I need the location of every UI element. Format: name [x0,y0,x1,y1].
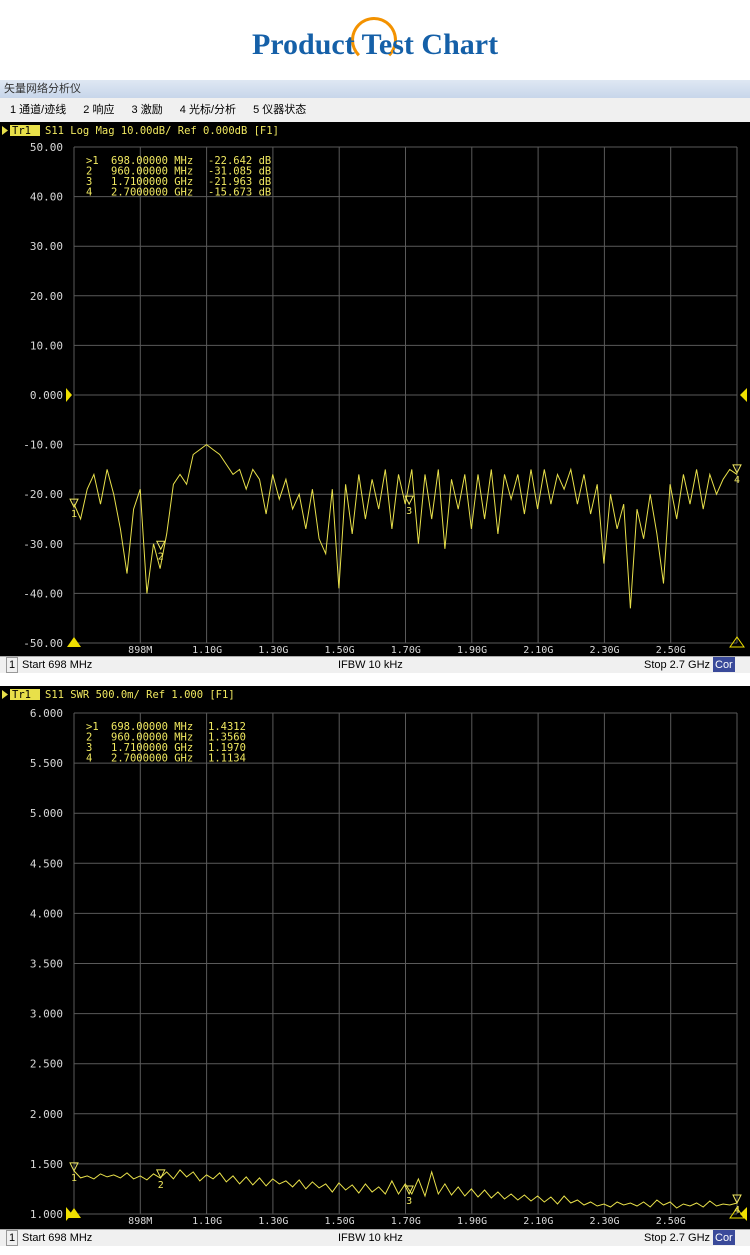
x-tick-label: 1.70G [391,1216,421,1227]
x-tick-label: 1.90G [457,1216,487,1227]
trace-active-arrow-icon [2,126,8,135]
page-header: Product Test Chart [0,0,750,78]
marker-value: 1.1134 [208,753,246,765]
window-title: 矢量网络分析仪 [4,83,81,95]
y-tick-label: 30.00 [30,240,63,253]
x-tick-label: 1.70G [391,645,421,656]
y-tick-label: 2.500 [30,1058,63,1071]
y-tick-label: 5.000 [30,807,63,820]
menu-item-stimulus[interactable]: 3 激励 [128,98,167,122]
marker-freq: 2.7000000 GHz [111,187,193,199]
status-start: Start 698 MHz [22,1232,93,1244]
marker-point-label: 4 [734,1205,740,1216]
marker-id: 4 [86,753,92,765]
marker-id: 4 [86,187,92,199]
marker-point-label: 3 [406,1196,412,1207]
y-tick-label: 4.000 [30,907,63,920]
x-tick-label: 898M [128,1216,152,1227]
x-tick-label: 2.30G [589,1216,619,1227]
panel-gap [0,673,750,686]
x-tick-label: 2.10G [523,1216,553,1227]
marker-point-label: 4 [734,475,740,486]
chart-panel-swr: Tr1 S11 SWR 500.0m/ Ref 1.000 [F1] 6.000 5.… [0,686,750,1229]
menu-item-response[interactable]: 2 响应 [79,98,118,122]
y-tick-label: 4.500 [30,857,63,870]
y-tick-label: 1.500 [30,1158,63,1171]
status-ifbw: IFBW 10 kHz [338,1232,403,1244]
marker-point-label: 2 [158,1180,164,1191]
y-tick-label: 3.500 [30,958,63,971]
menu-item-channel-trace[interactable]: 1 通道/迹线 [6,98,70,122]
trace-header: S11 SWR 500.0m/ Ref 1.000 [F1] [45,689,235,701]
y-tick-label: 2.000 [30,1108,63,1121]
window-title-bar: 矢量网络分析仪 [0,80,750,98]
trace-label: Tr1 [12,125,31,137]
x-tick-label: 1.10G [192,1216,222,1227]
status-ifbw: IFBW 10 kHz [338,659,403,671]
x-tick-label: 1.30G [258,645,288,656]
x-tick-label: 2.30G [589,645,619,656]
marker-freq: 2.7000000 GHz [111,753,193,765]
status-bar-2: 1 Start 698 MHz IFBW 10 kHz Stop 2.7 GHz… [0,1229,750,1246]
menu-item-instrument-state[interactable]: 5 仪器状态 [249,98,310,122]
start-marker-icon [67,637,81,647]
y-tick-label: 40.00 [30,191,63,204]
marker-value: -15.673 dB [208,187,271,199]
x-tick-label: 1.10G [192,645,222,656]
status-stop: Stop 2.7 GHz [644,659,711,671]
x-tick-label: 2.50G [656,645,686,656]
status-channel: 1 [6,657,18,673]
x-tick-label: 898M [128,645,152,656]
trace-header: S11 Log Mag 10.00dB/ Ref 0.000dB [F1] [45,125,279,137]
y-tick-label: -20.00 [23,488,63,501]
marker-point-label: 2 [158,551,164,562]
marker-point-label: 3 [406,506,412,517]
status-stop: Stop 2.7 GHz [644,1232,711,1244]
status-cor-badge: Cor [713,657,735,672]
status-channel: 1 [6,1230,18,1246]
menu-bar: 1 通道/迹线 2 响应 3 激励 4 光标/分析 5 仪器状态 [0,98,750,123]
status-bar-1: 1 Start 698 MHz IFBW 10 kHz Stop 2.7 GHz… [0,656,750,673]
y-tick-label: 1.000 [30,1208,63,1221]
y-tick-label: 6.000 [30,707,63,720]
menu-item-marker-analysis[interactable]: 4 光标/分析 [176,98,240,122]
y-tick-label: -30.00 [23,538,63,551]
y-tick-label: -10.00 [23,439,63,452]
y-tick-label: 0.000 [30,389,63,402]
y-tick-label: -40.00 [23,587,63,600]
y-tick-label: -50.00 [23,637,63,650]
chart-panel-logmag: Tr1 S11 Log Mag 10.00dB/ Ref 0.000dB [F1]… [0,122,750,656]
status-start: Start 698 MHz [22,659,93,671]
trace-label: Tr1 [12,689,31,701]
chart-logmag: Tr1 S11 Log Mag 10.00dB/ Ref 0.000dB [F1]… [2,125,747,656]
y-tick-label: 3.000 [30,1008,63,1021]
status-cor-badge: Cor [713,1230,735,1245]
x-tick-label: 1.50G [325,1216,355,1227]
x-tick-label: 1.90G [457,645,487,656]
page-title: Product Test Chart [251,28,499,61]
marker-point-label: 1 [71,509,77,520]
y-tick-label: 5.500 [30,757,63,770]
y-tick-label: 20.00 [30,290,63,303]
y-tick-label: 50.00 [30,141,63,154]
ref-level-right-icon [740,388,747,402]
trace-active-arrow-icon [2,690,8,699]
marker-point-label: 1 [71,1173,77,1184]
x-tick-label: 2.50G [656,1216,686,1227]
x-tick-label: 1.50G [325,645,355,656]
y-tick-label: 10.00 [30,339,63,352]
chart-swr: Tr1 S11 SWR 500.0m/ Ref 1.000 [F1] 6.000 5.… [2,689,747,1227]
x-tick-label: 2.10G [523,645,553,656]
x-tick-label: 1.30G [258,1216,288,1227]
ref-level-left-icon [66,388,72,402]
